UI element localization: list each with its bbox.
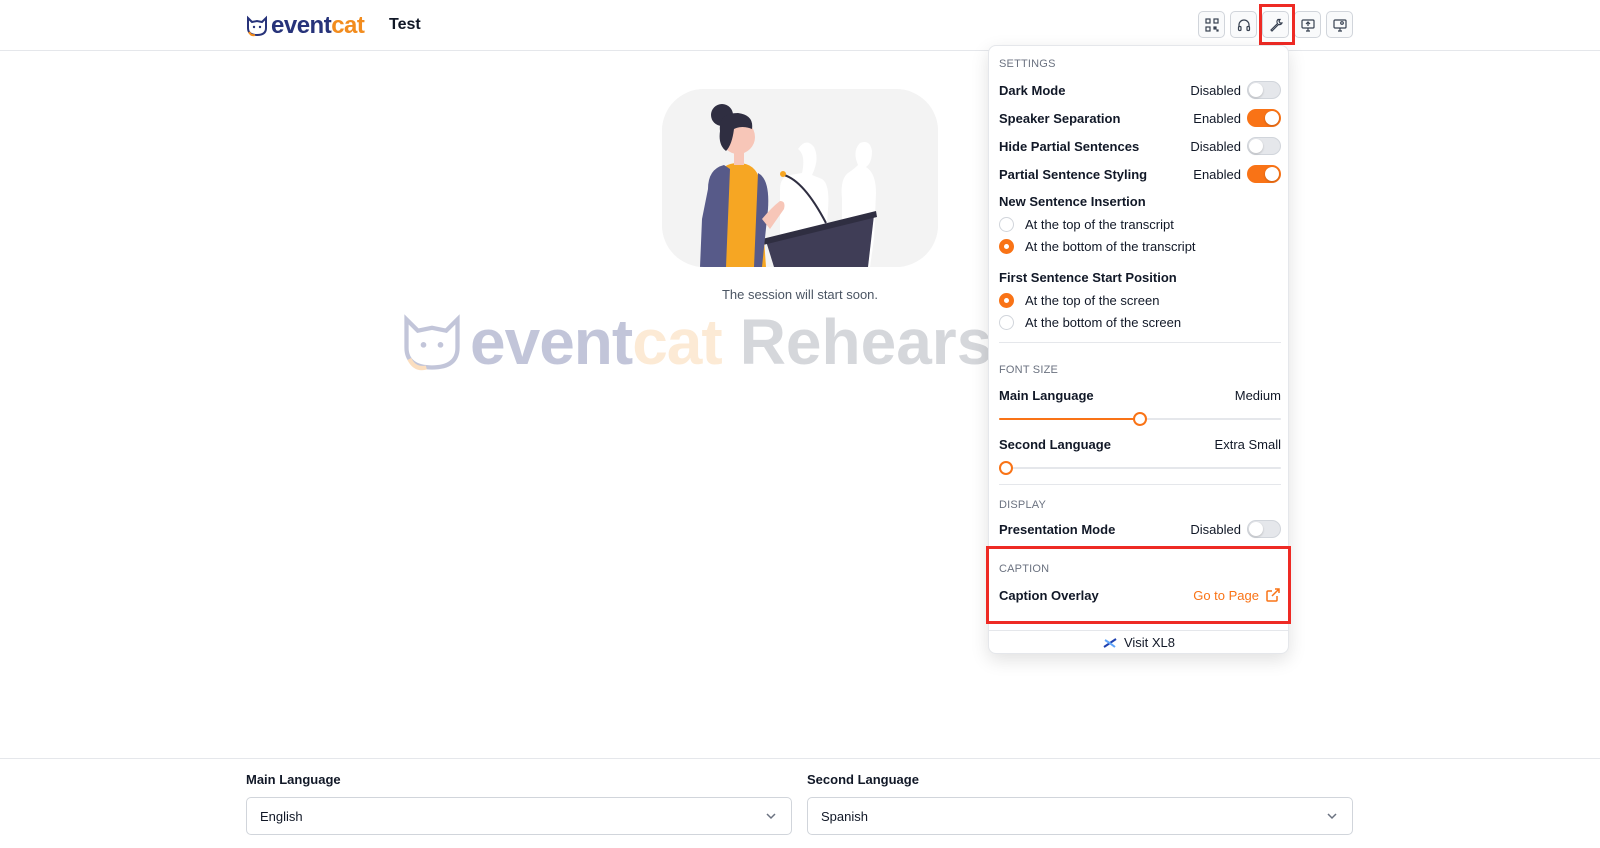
- new-sentence-insertion-title: New Sentence Insertion: [999, 194, 1146, 209]
- slider-thumb[interactable]: [999, 461, 1013, 475]
- audio-button[interactable]: [1230, 11, 1257, 38]
- display-section-title: DISPLAY: [999, 499, 1047, 511]
- visit-xl8-label: Visit XL8: [1123, 635, 1176, 650]
- cat-logo-icon: [247, 15, 267, 37]
- first-sentence-start-title: First Sentence Start Position: [999, 270, 1177, 285]
- partial-sentence-styling-state: Enabled: [1193, 166, 1241, 182]
- dark-mode-state: Disabled: [1190, 82, 1241, 98]
- start-bottom-option[interactable]: At the bottom of the screen: [999, 315, 1181, 330]
- main-language-size-value: Medium: [1234, 387, 1281, 403]
- presentation-mode-toggle[interactable]: [1247, 520, 1281, 538]
- headphones-icon: [1237, 18, 1250, 31]
- divider: [999, 342, 1281, 343]
- top-header: event cat Test: [0, 0, 1600, 51]
- presentation-mode-label: Presentation Mode: [999, 521, 1116, 537]
- second-language-size-row: Second Language Extra Small: [999, 433, 1281, 455]
- slider-thumb[interactable]: [1133, 412, 1147, 426]
- second-language-size-label: Second Language: [999, 436, 1111, 452]
- start-top-radio[interactable]: [999, 293, 1014, 308]
- xl8-logo-icon: [1103, 637, 1117, 648]
- main-language-label: Main Language: [246, 772, 341, 787]
- insertion-top-label: At the top of the transcript: [1025, 217, 1174, 232]
- monitor-user-icon: [1332, 18, 1347, 32]
- hide-partial-sentences-toggle[interactable]: [1247, 137, 1281, 155]
- highlight-settings-button: [1259, 4, 1295, 45]
- start-bottom-radio[interactable]: [999, 315, 1014, 330]
- second-language-label: Second Language: [807, 772, 919, 787]
- dark-mode-row: Dark Mode Disabled: [999, 79, 1281, 101]
- divider: [999, 484, 1281, 485]
- eventcat-logo[interactable]: event cat: [245, 12, 365, 40]
- slider-fill: [999, 418, 1140, 420]
- highlight-caption-section: [986, 546, 1291, 624]
- settings-dropdown-panel: SETTINGS Dark Mode Disabled Speaker Sepa…: [986, 45, 1291, 654]
- eventcat-rehearsal-watermark: event cat Rehears: [398, 305, 992, 379]
- presenter-view-button[interactable]: [1326, 11, 1353, 38]
- chevron-down-icon: [1327, 813, 1337, 820]
- qr-code-icon: [1204, 17, 1219, 32]
- visit-xl8-link[interactable]: Visit XL8: [989, 630, 1288, 654]
- partial-sentence-styling-toggle[interactable]: [1247, 165, 1281, 183]
- second-language-size-slider[interactable]: [999, 461, 1281, 475]
- speaker-separation-state: Enabled: [1193, 110, 1241, 126]
- cat-watermark-icon: [404, 314, 460, 371]
- settings-section-title: SETTINGS: [999, 58, 1056, 70]
- main-language-value: English: [260, 808, 303, 824]
- insertion-bottom-label: At the bottom of the transcript: [1025, 239, 1196, 254]
- second-language-size-value: Extra Small: [1214, 436, 1281, 452]
- screen-share-button[interactable]: [1294, 11, 1321, 38]
- language-footer: Main Language English Second Language Sp…: [0, 758, 1600, 848]
- insertion-bottom-option[interactable]: At the bottom of the transcript: [999, 239, 1196, 254]
- main-language-select[interactable]: English: [246, 797, 792, 835]
- start-top-option[interactable]: At the top of the screen: [999, 293, 1159, 308]
- speaker-separation-toggle[interactable]: [1247, 109, 1281, 127]
- hide-partial-sentences-state: Disabled: [1190, 138, 1241, 154]
- second-language-select[interactable]: Spanish: [807, 797, 1353, 835]
- monitor-upload-icon: [1300, 18, 1315, 32]
- watermark-text-cat: cat: [632, 306, 722, 378]
- speaker-separation-row: Speaker Separation Enabled: [999, 107, 1281, 129]
- hide-partial-sentences-row: Hide Partial Sentences Disabled: [999, 135, 1281, 157]
- start-top-label: At the top of the screen: [1025, 293, 1160, 308]
- brand-text-cat: cat: [331, 12, 365, 39]
- speaker-separation-label: Speaker Separation: [999, 110, 1121, 126]
- chevron-down-icon: [766, 813, 776, 820]
- main-language-size-label: Main Language: [999, 387, 1094, 403]
- presentation-mode-row: Presentation Mode Disabled: [999, 518, 1281, 540]
- hide-partial-sentences-label: Hide Partial Sentences: [999, 138, 1140, 154]
- watermark-text-event: event: [470, 306, 633, 378]
- session-status-text: The session will start soon.: [721, 287, 879, 302]
- session-title: Test: [389, 16, 421, 33]
- second-language-value: Spanish: [821, 808, 868, 824]
- insertion-top-radio[interactable]: [999, 217, 1014, 232]
- insertion-bottom-radio[interactable]: [999, 239, 1014, 254]
- qr-code-button[interactable]: [1198, 11, 1225, 38]
- dark-mode-label: Dark Mode: [999, 82, 1066, 98]
- main-language-size-slider[interactable]: [999, 412, 1281, 426]
- font-size-section-title: FONT SIZE: [999, 364, 1059, 376]
- speaker-illustration: [662, 89, 938, 267]
- watermark-text-rehearsal: Rehears: [739, 306, 993, 378]
- dark-mode-toggle[interactable]: [1247, 81, 1281, 99]
- partial-sentence-styling-label: Partial Sentence Styling: [999, 166, 1148, 182]
- presentation-mode-state: Disabled: [1190, 521, 1241, 537]
- main-language-size-row: Main Language Medium: [999, 384, 1281, 406]
- brand-text-event: event: [271, 12, 332, 39]
- slider-track: [999, 467, 1281, 469]
- insertion-top-option[interactable]: At the top of the transcript: [999, 217, 1174, 232]
- start-bottom-label: At the bottom of the screen: [1025, 315, 1182, 330]
- partial-sentence-styling-row: Partial Sentence Styling Enabled: [999, 163, 1281, 185]
